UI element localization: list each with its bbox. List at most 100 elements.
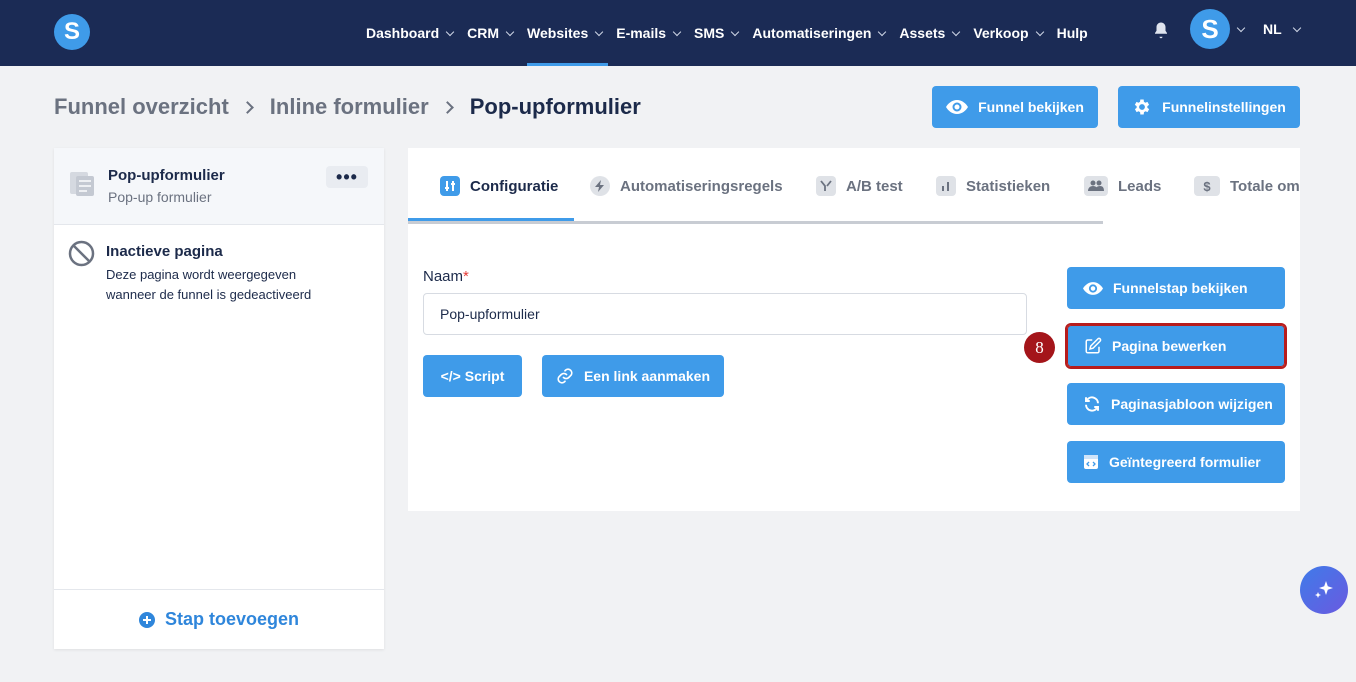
main-nav: Dashboard CRM Websites E-mails SMS Autom… — [366, 0, 1102, 66]
integrated-form-button[interactable]: Geïntegreerd formulier — [1067, 441, 1285, 483]
tab-label: Automatiseringsregels — [620, 177, 783, 195]
page-icon — [70, 172, 94, 196]
tab-ab-test[interactable]: A/B test — [816, 176, 903, 196]
dollar-icon: $ — [1194, 176, 1220, 196]
nav-item-automatiseringen[interactable]: Automatiseringen — [752, 0, 887, 66]
chevron-down-icon — [878, 27, 887, 36]
eye-icon — [946, 100, 969, 114]
funnel-settings-label: Funnelinstellingen — [1162, 99, 1286, 115]
edit-page-label: Pagina bewerken — [1112, 338, 1227, 354]
nav-label: Websites — [527, 25, 589, 41]
nav-label: SMS — [694, 25, 725, 41]
view-funnel-button[interactable]: Funnel bekijken — [932, 86, 1098, 128]
edit-icon — [1085, 337, 1102, 354]
tab-label: Configuratie — [470, 177, 559, 195]
embed-form-icon — [1084, 455, 1098, 469]
users-icon — [1084, 176, 1108, 196]
tabs-scrollbar[interactable] — [408, 221, 1103, 224]
tab-leads[interactable]: Leads — [1084, 176, 1161, 196]
funnel-steps-panel: Pop-upformulier Pop-up formulier ••• Ina… — [54, 148, 384, 649]
nav-item-sms[interactable]: SMS — [694, 0, 740, 66]
language-label: NL — [1263, 21, 1282, 37]
integrated-form-label: Geïntegreerd formulier — [1109, 454, 1261, 470]
naam-label-text: Naam — [423, 268, 464, 285]
sparkles-icon — [1315, 581, 1333, 598]
link-icon — [557, 368, 573, 384]
view-funnel-label: Funnel bekijken — [978, 99, 1084, 115]
inactive-page-description: Deze pagina wordt weergegeven wanneer de… — [106, 267, 312, 302]
tab-configuratie[interactable]: Configuratie — [440, 176, 558, 196]
breadcrumb: Funnel overzicht Inline formulier Pop-up… — [54, 94, 641, 120]
tab-label: Statistieken — [966, 177, 1051, 195]
nav-item-hulp[interactable]: Hulp — [1057, 0, 1088, 66]
more-options-button[interactable]: ••• — [326, 166, 368, 188]
top-navbar: S Dashboard CRM Websites E-mails SMS Aut… — [0, 0, 1356, 66]
chevron-down-icon — [445, 27, 455, 36]
page-title: Pop-upformulier — [469, 94, 641, 119]
gear-icon — [1134, 99, 1150, 115]
bell-icon[interactable] — [1152, 21, 1170, 39]
breadcrumb-funnel-overview[interactable]: Funnel overzicht — [54, 94, 229, 120]
tab-totale-omzet[interactable]: $ Totale omzet — [1194, 176, 1300, 196]
script-label: </> Script — [440, 368, 505, 384]
ai-assistant-button[interactable] — [1300, 566, 1348, 614]
funnel-settings-button[interactable]: Funnelinstellingen — [1118, 86, 1300, 128]
required-marker: * — [463, 268, 469, 285]
chevron-down-icon — [1035, 27, 1044, 36]
app-logo[interactable]: S — [54, 14, 90, 50]
step-title: Pop-upformulier — [108, 167, 225, 184]
language-selector[interactable]: NL — [1263, 21, 1301, 37]
step-subtitle: Pop-up formulier — [108, 189, 212, 205]
step-number-badge: 8 — [1024, 332, 1055, 363]
step-config-panel: Configuratie Automatiseringsregels A/B t… — [408, 148, 1300, 511]
add-step-label: Stap toevoegen — [164, 609, 300, 629]
view-step-label: Funnelstap bekijken — [1113, 280, 1248, 296]
nav-label: Automatiseringen — [752, 25, 872, 41]
nav-item-websites[interactable]: Websites — [527, 0, 609, 66]
user-avatar[interactable]: S — [1190, 9, 1230, 49]
tab-bar: Configuratie Automatiseringsregels A/B t… — [408, 148, 1300, 224]
nav-item-crm[interactable]: CRM — [467, 0, 515, 66]
add-step-button[interactable]: Stap toevoegen — [54, 589, 384, 649]
nav-label: Verkoop — [973, 25, 1029, 41]
breadcrumb-inline-form[interactable]: Inline formulier — [270, 94, 429, 120]
tab-statistieken[interactable]: Statistieken — [936, 176, 1050, 196]
nav-item-dashboard[interactable]: Dashboard — [366, 0, 455, 66]
split-icon — [816, 176, 836, 196]
eye-icon — [1083, 281, 1103, 295]
tab-automatiseringsregels[interactable]: Automatiseringsregels — [590, 176, 783, 196]
tab-label: Totale omzet — [1230, 177, 1300, 195]
chevron-down-icon — [672, 27, 682, 36]
chevron-down-icon — [1292, 23, 1301, 32]
naam-input[interactable] — [423, 293, 1027, 335]
create-link-label: Een link aanmaken — [583, 368, 711, 384]
nav-label: CRM — [467, 25, 500, 41]
nav-item-emails[interactable]: E-mails — [616, 0, 682, 66]
nav-label: Hulp — [1056, 25, 1088, 41]
chevron-down-icon — [505, 27, 515, 36]
sliders-icon — [440, 176, 460, 196]
edit-page-button[interactable]: Pagina bewerken — [1065, 323, 1287, 369]
view-step-button[interactable]: Funnelstap bekijken — [1067, 267, 1285, 309]
chevron-right-icon — [240, 100, 254, 114]
naam-label: Naam* — [423, 268, 469, 285]
inactive-page-title[interactable]: Inactieve pagina — [106, 243, 223, 260]
chevron-right-icon — [440, 100, 454, 114]
change-template-label: Paginasjabloon wijzigen — [1111, 396, 1273, 412]
chevron-down-icon — [952, 27, 961, 36]
bolt-icon — [590, 176, 610, 196]
nav-item-assets[interactable]: Assets — [899, 0, 961, 66]
chevron-down-icon — [731, 27, 740, 36]
nav-label: Assets — [899, 25, 946, 41]
plus-circle-icon — [138, 611, 155, 628]
change-template-button[interactable]: Paginasjabloon wijzigen — [1067, 383, 1285, 425]
nav-label: Dashboard — [366, 25, 440, 41]
script-button[interactable]: </> Script — [423, 355, 522, 397]
nav-label: E-mails — [616, 25, 667, 41]
nav-item-verkoop[interactable]: Verkoop — [973, 0, 1044, 66]
bar-chart-icon — [936, 176, 956, 196]
chevron-down-icon — [594, 27, 604, 36]
create-link-button[interactable]: Een link aanmaken — [542, 355, 724, 397]
chevron-down-icon[interactable] — [1236, 23, 1246, 33]
funnel-step-item[interactable]: Pop-upformulier Pop-up formulier ••• — [54, 148, 384, 225]
